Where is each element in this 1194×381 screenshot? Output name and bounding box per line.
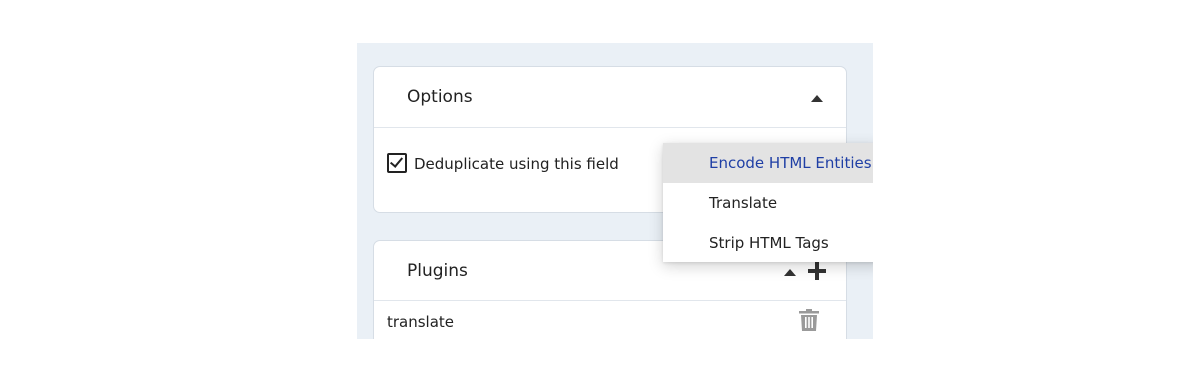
- add-plugin-plus-icon[interactable]: [808, 262, 826, 280]
- dedupe-checkbox[interactable]: [387, 153, 407, 173]
- options-title: Options: [407, 87, 473, 107]
- dropdown-item-encode-html-entities[interactable]: Encode HTML Entities: [663, 143, 873, 183]
- plugin-dropdown-menu: Encode HTML Entities Translate Strip HTM…: [663, 143, 873, 262]
- collapse-plugins-caret-up-icon[interactable]: [784, 269, 796, 276]
- dedupe-label: Deduplicate using this field: [414, 155, 619, 173]
- dropdown-item-strip-html-tags[interactable]: Strip HTML Tags: [663, 223, 873, 263]
- settings-panel: Options Deduplicate using this field Plu…: [357, 43, 873, 339]
- dropdown-item-translate[interactable]: Translate: [663, 183, 873, 223]
- collapse-options-caret-up-icon[interactable]: [811, 95, 823, 102]
- options-header[interactable]: Options: [374, 67, 846, 128]
- plugins-title: Plugins: [407, 261, 468, 281]
- plugin-row-label: translate: [387, 313, 455, 331]
- delete-plugin-trash-icon[interactable]: [799, 309, 819, 331]
